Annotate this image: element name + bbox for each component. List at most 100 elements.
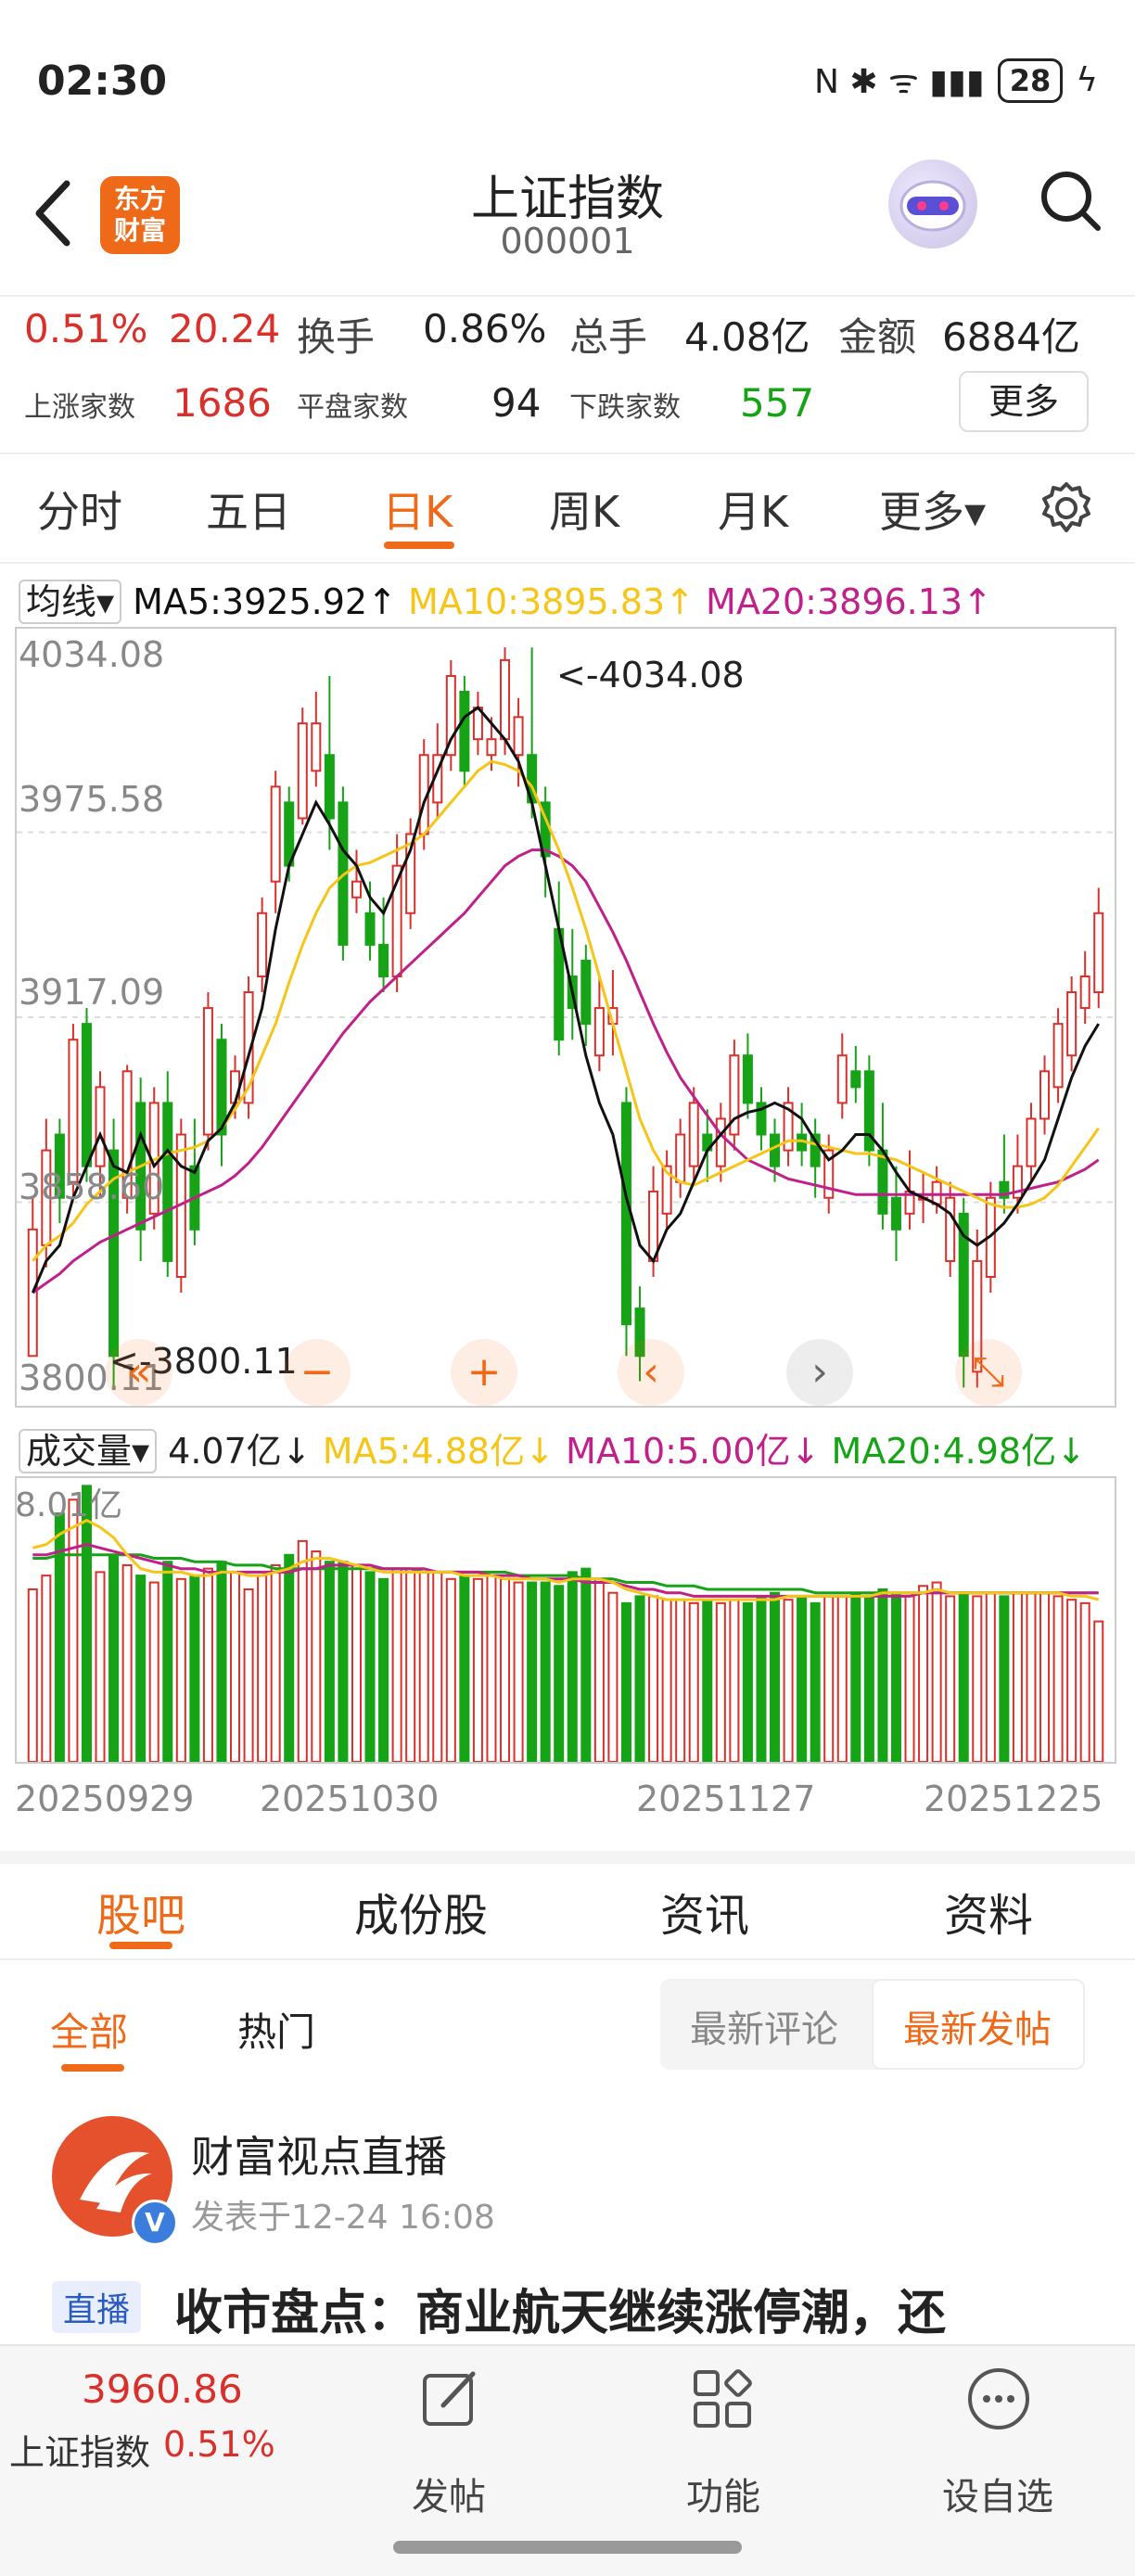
candlestick-chart[interactable] [15, 627, 1116, 1408]
max-price-annotation: <-4034.08 [556, 655, 745, 695]
volume-bar [95, 1571, 106, 1762]
sort-latest-comment[interactable]: 最新评论 [690, 1999, 838, 2053]
volume-bar [702, 1599, 713, 1762]
volume-selector[interactable]: 成交量▾ [19, 1429, 158, 1473]
robot-icon [899, 180, 966, 232]
section-tab-indicator [109, 1942, 172, 1949]
zoom-in-button[interactable]: + [451, 1339, 517, 1406]
candle-body [1026, 1117, 1037, 1167]
volume-bar [675, 1599, 686, 1762]
candle-body [688, 1102, 699, 1167]
volume-bar [756, 1595, 767, 1762]
down-count: 557 [740, 380, 815, 426]
volume-bar [607, 1591, 619, 1762]
volume-bar [405, 1567, 416, 1762]
sort-latest-post[interactable]: 最新发帖 [903, 1999, 1052, 2053]
volume-bar [863, 1595, 874, 1762]
candle-body [890, 1196, 901, 1231]
search-button[interactable] [1037, 167, 1103, 234]
volume-value: 4.08亿 [684, 314, 810, 360]
post-button-icon-wrap[interactable] [419, 2368, 480, 2433]
volume-bar [513, 1581, 524, 1762]
y-axis-label: 3858.60 [19, 1167, 165, 1207]
bottom-index-price: 3960.86 [82, 2366, 243, 2412]
x-axis-label: 20251225 [924, 1779, 1103, 1819]
candle-body [351, 880, 362, 899]
volume-bar [729, 1599, 740, 1762]
subtab-hot[interactable]: 热门 [237, 2001, 315, 2058]
post-author[interactable]: 财富视点直播 [191, 2123, 447, 2185]
tab-profile[interactable]: 资料 [944, 1879, 1033, 1944]
volume-bar [850, 1591, 861, 1762]
volume-bar [1052, 1595, 1064, 1762]
volume-bar [527, 1581, 538, 1762]
add-watchlist-button[interactable]: 设自选 [905, 2467, 1090, 2520]
tab-active-indicator [384, 542, 454, 549]
candle-body [620, 1102, 631, 1326]
tab-five-day[interactable]: 五日 [206, 478, 291, 540]
tab-more[interactable]: 更多▾ [879, 478, 986, 540]
post-button[interactable]: 发帖 [356, 2467, 542, 2520]
next-button[interactable]: › [786, 1339, 853, 1406]
up-count-label: 上涨家数 [24, 391, 135, 424]
volume-bar [230, 1571, 241, 1762]
post-headline[interactable]: 收市盘点：商业航天继续涨停潮，还 [174, 2274, 1120, 2343]
status-time: 02:30 [37, 57, 168, 105]
volume-bar [931, 1581, 942, 1762]
function-icon-wrap[interactable] [692, 2368, 753, 2433]
kline-svg [17, 647, 1115, 1388]
tab-constituents[interactable]: 成份股 [354, 1879, 488, 1944]
tab-news[interactable]: 资讯 [660, 1879, 749, 1944]
volume-chart[interactable] [15, 1476, 1116, 1764]
candle-body [95, 1086, 106, 1167]
tab-intraday[interactable]: 分时 [37, 478, 122, 540]
tab-guba[interactable]: 股吧 [96, 1879, 185, 1944]
volume-bar [364, 1571, 376, 1762]
prev-button[interactable]: ‹ [618, 1339, 684, 1406]
home-indicator [393, 2541, 742, 2554]
volume-bar [1026, 1591, 1037, 1762]
volume-bar [243, 1588, 254, 1762]
volume-bar [554, 1585, 565, 1762]
bottom-index-change: 0.51% [163, 2424, 275, 2465]
down-count-label: 下跌家数 [569, 391, 681, 424]
charging-icon: ϟ [1076, 61, 1098, 99]
function-button[interactable]: 功能 [631, 2467, 816, 2520]
volume-bar [297, 1539, 308, 1762]
ma5-value: MA5:3925.92↑ [133, 581, 397, 622]
candle-body [1079, 975, 1090, 1010]
ma-selector[interactable]: 均线▾ [19, 580, 122, 624]
tab-weekly-k[interactable]: 周K [549, 478, 619, 540]
y-axis-label: 3917.09 [19, 972, 165, 1013]
volume-bar [1039, 1591, 1051, 1762]
subtab-all[interactable]: 全部 [50, 2001, 128, 2058]
volume-bar [216, 1561, 227, 1762]
more-stats-button[interactable]: 更多 [959, 371, 1089, 432]
rewind-button[interactable]: « [106, 1339, 172, 1406]
more-dots-icon [968, 2368, 1029, 2429]
tab-daily-k[interactable]: 日K [382, 478, 453, 540]
candle-body [68, 1039, 79, 1183]
up-count: 1686 [172, 380, 272, 426]
x-axis-label: 20250929 [15, 1779, 195, 1819]
candle-body [270, 785, 281, 883]
live-tag: 直播 [52, 2281, 142, 2333]
volume-bar [486, 1575, 497, 1762]
volume-current: 4.07亿↓ [168, 1431, 312, 1472]
candle-body [513, 716, 524, 757]
candle-body [931, 1180, 942, 1205]
watchlist-icon-wrap[interactable] [966, 2366, 1031, 2435]
volume-bar [742, 1601, 753, 1762]
fullscreen-button[interactable]: ⤡ [955, 1339, 1022, 1406]
assistant-avatar[interactable] [888, 159, 977, 249]
volume-bar [634, 1595, 645, 1762]
volume-bar [162, 1561, 173, 1762]
candle-body [836, 1054, 848, 1104]
bottom-index-name: 上证指数 [9, 2432, 151, 2473]
zoom-out-button[interactable]: − [284, 1339, 351, 1406]
volume-bar [148, 1581, 159, 1762]
settings-button[interactable] [1037, 478, 1096, 542]
change-value: 20.24 [169, 306, 281, 351]
tab-monthly-k[interactable]: 月K [718, 478, 788, 540]
volume-bar [41, 1575, 52, 1762]
